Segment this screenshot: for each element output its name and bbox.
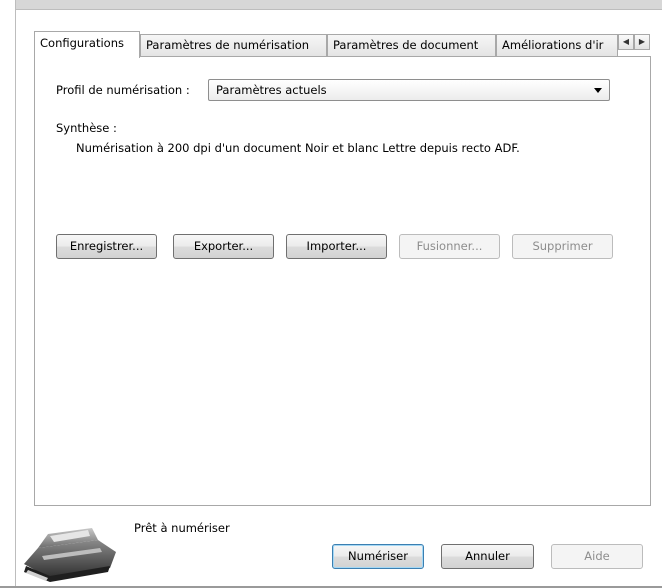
tab-label: Configurations <box>40 36 124 50</box>
configurations-panel <box>34 56 651 506</box>
save-button[interactable]: Enregistrer... <box>56 234 157 259</box>
summary-label: Synthèse : <box>56 121 117 135</box>
status-text: Prêt à numériser <box>134 521 230 535</box>
profile-dropdown[interactable]: Paramètres actuels <box>208 79 610 101</box>
chevron-down-icon <box>594 88 602 93</box>
tab-label: Améliorations d'ir <box>502 38 604 52</box>
tab-scan-settings[interactable]: Paramètres de numérisation <box>140 34 327 56</box>
profile-label: Profil de numérisation : <box>56 83 190 97</box>
tab-label: Paramètres de numérisation <box>146 38 310 52</box>
profile-selected-value: Paramètres actuels <box>216 83 327 97</box>
scroll-left-icon[interactable]: ◀ <box>618 34 634 50</box>
help-button[interactable]: Aide <box>551 544 643 569</box>
scan-button[interactable]: Numériser <box>332 544 424 569</box>
export-button[interactable]: Exporter... <box>173 234 274 259</box>
window-inner-edge <box>15 9 662 10</box>
window-left-edge <box>0 0 16 588</box>
cancel-button[interactable]: Annuler <box>441 544 534 569</box>
tab-configurations[interactable]: Configurations <box>34 31 140 58</box>
scanner-icon <box>24 528 116 582</box>
tab-document-settings[interactable]: Paramètres de document <box>327 34 496 56</box>
tab-enhancements[interactable]: Améliorations d'ir <box>496 34 618 56</box>
merge-button[interactable]: Fusionner... <box>399 234 500 259</box>
summary-text: Numérisation à 200 dpi d'un document Noi… <box>76 141 520 155</box>
import-button[interactable]: Importer... <box>286 234 387 259</box>
delete-button[interactable]: Supprimer <box>512 234 613 259</box>
tab-label: Paramètres de document <box>333 38 479 52</box>
scroll-right-icon[interactable]: ▶ <box>634 34 650 50</box>
